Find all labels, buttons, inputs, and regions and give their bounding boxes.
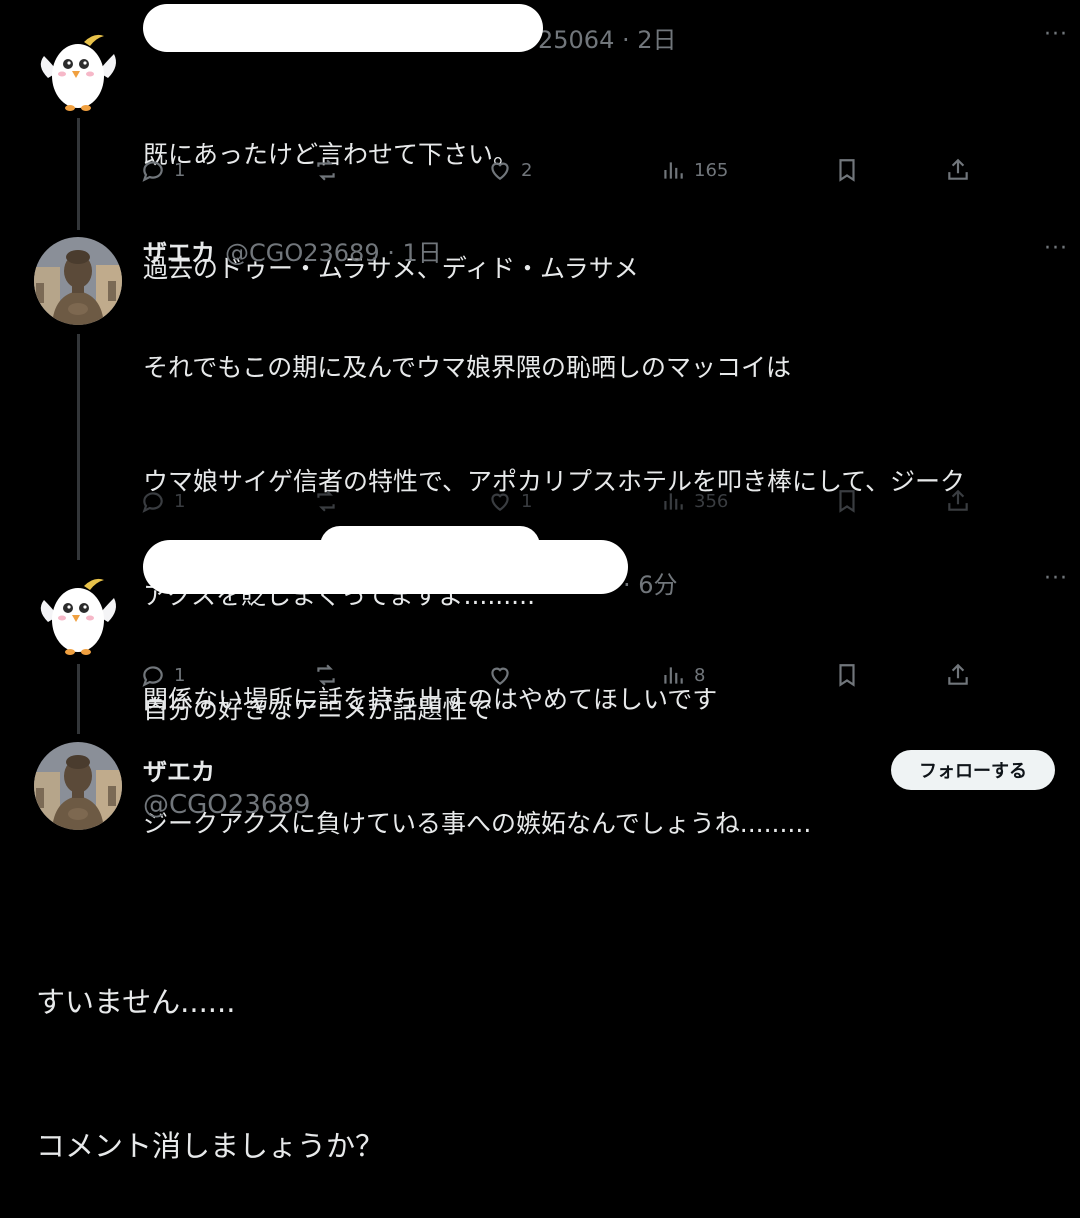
like-button[interactable]: 1 xyxy=(487,481,532,521)
share-button[interactable] xyxy=(945,481,971,521)
post-author-name[interactable]: ザエカ xyxy=(143,752,215,787)
post-line: すいません...... xyxy=(36,985,236,1019)
redaction-mark xyxy=(320,526,540,566)
heart-icon xyxy=(491,162,509,180)
post-text: すいません...... コメント消しましょうか？ xyxy=(36,882,384,1218)
reply-icon xyxy=(142,666,163,687)
buddha-statue-avatar[interactable] xyxy=(34,742,122,830)
views-count: 165 xyxy=(694,159,729,181)
bookmark-icon xyxy=(839,490,855,513)
timestamp[interactable]: 6分 xyxy=(638,571,677,599)
heart-icon xyxy=(491,667,509,685)
buddha-statue-avatar[interactable] xyxy=(34,237,122,325)
share-icon xyxy=(948,489,968,511)
share-button[interactable] xyxy=(945,150,971,190)
reply-button[interactable]: 1 xyxy=(140,655,185,695)
retweet-icon xyxy=(317,664,335,686)
more-options-icon[interactable]: ··· xyxy=(1044,22,1068,47)
reply-icon xyxy=(142,492,163,513)
post-line: コメント消しましょうか？ xyxy=(36,1129,385,1163)
tweet-line: それでもこの期に及んでウマ娘界隈の恥晒しのマッコイは xyxy=(143,353,792,382)
action-bar: 1 8 xyxy=(140,655,980,695)
views-icon xyxy=(664,162,683,179)
handle[interactable]: @CGO23689 xyxy=(225,239,380,267)
thread-line xyxy=(77,118,80,230)
retweet-button[interactable] xyxy=(313,655,347,695)
action-bar: 1 1 356 xyxy=(140,481,980,521)
reply-count: 1 xyxy=(174,490,186,512)
redaction-mark xyxy=(143,4,543,52)
more-options-icon[interactable]: ··· xyxy=(1044,236,1068,261)
timestamp[interactable]: 2日 xyxy=(637,26,676,54)
heart-icon xyxy=(491,493,509,511)
bookmark-icon xyxy=(839,159,855,182)
views-icon xyxy=(664,667,683,684)
like-button[interactable]: 2 xyxy=(487,150,532,190)
views-button[interactable]: 165 xyxy=(660,150,728,190)
retweet-icon xyxy=(317,490,335,512)
reply-button[interactable]: 1 xyxy=(140,150,185,190)
post-author-handle[interactable]: @CGO23689 xyxy=(143,790,310,820)
reply-count: 1 xyxy=(174,159,186,181)
bookmark-button[interactable] xyxy=(834,150,860,190)
action-bar: 1 2 165 xyxy=(140,150,980,190)
retweet-button[interactable] xyxy=(313,150,347,190)
share-icon xyxy=(948,663,968,685)
reply-count: 1 xyxy=(174,664,186,686)
white-bird-avatar[interactable] xyxy=(34,570,122,658)
bookmark-button[interactable] xyxy=(834,655,860,695)
thread-line xyxy=(77,664,80,734)
bookmark-button[interactable] xyxy=(834,481,860,521)
retweet-button[interactable] xyxy=(313,481,347,521)
like-count: 1 xyxy=(521,490,533,512)
share-button[interactable] xyxy=(945,655,971,695)
views-count: 356 xyxy=(694,490,729,512)
tweet-header: ザエカ @CGO23689 · 1日 xyxy=(143,239,442,267)
like-button[interactable] xyxy=(487,655,521,695)
like-count: 2 xyxy=(521,159,533,181)
more-options-icon[interactable]: ··· xyxy=(1044,566,1068,591)
views-icon xyxy=(664,493,683,510)
share-icon xyxy=(948,158,968,180)
views-button[interactable]: 356 xyxy=(660,481,728,521)
follow-button[interactable]: フォローする xyxy=(891,750,1055,790)
timestamp[interactable]: 1日 xyxy=(402,239,441,267)
handle[interactable]: 25064 xyxy=(538,26,614,54)
thread-line xyxy=(77,334,80,560)
views-button[interactable]: 8 xyxy=(660,655,705,695)
reply-icon xyxy=(142,161,163,182)
views-count: 8 xyxy=(694,664,706,686)
retweet-icon xyxy=(317,159,335,181)
white-bird-avatar[interactable] xyxy=(34,26,122,114)
reply-button[interactable]: 1 xyxy=(140,481,185,521)
display-name[interactable]: ザエカ xyxy=(143,239,215,267)
bookmark-icon xyxy=(839,664,855,687)
